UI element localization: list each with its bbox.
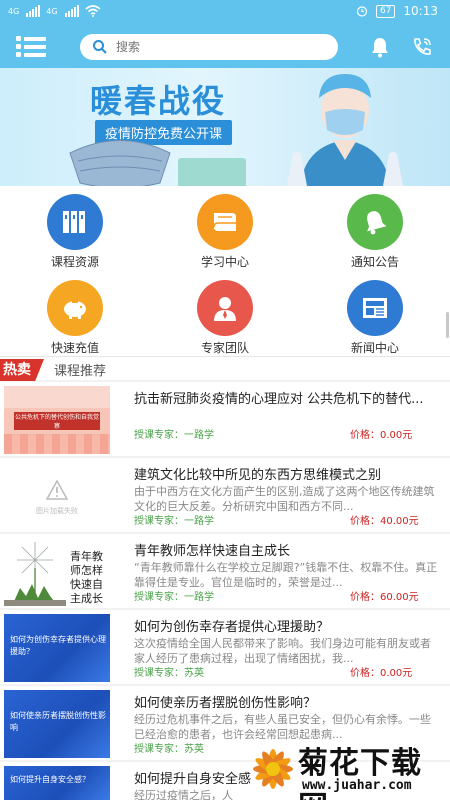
- course-title: 建筑文化比较中所见的东西方思维模式之别: [134, 468, 382, 483]
- image-error-icon: [46, 480, 68, 500]
- face-mask-image: [69, 140, 171, 186]
- course-item[interactable]: 公共危机下的替代创伤和自我觉察 抗击新冠肺炎疫情的心理应对 公共危机下的替代..…: [0, 382, 450, 456]
- course-price: 价格：60.00元: [350, 592, 419, 603]
- course-price: 价格：40.00元: [350, 516, 419, 527]
- section-title: 课程推荐: [54, 364, 107, 379]
- course-title: 青年教师怎样快速自主成长: [134, 544, 291, 559]
- menu-item-expert-team[interactable]: 专家团队: [150, 272, 300, 355]
- thumbnail-caption: 青年教师怎样快速自主成长: [70, 550, 103, 605]
- thumbnail-caption: 如何为创伤幸存者提供心理援助？: [10, 635, 106, 656]
- signal-icon: [26, 5, 41, 17]
- nurse-image: [287, 74, 403, 186]
- newspaper-icon: [347, 280, 403, 336]
- scroll-indicator[interactable]: [446, 312, 449, 338]
- course-teacher: 授课专家：一路学: [134, 516, 214, 527]
- alarm-icon: [356, 6, 368, 17]
- course-thumbnail: 如何为创伤幸存者提供心理援助？: [4, 614, 110, 682]
- course-description: 由于中西方在文化方面产生的区别,造成了这两个地区传统建筑文化的巨大反差。分析研究…: [134, 485, 435, 513]
- course-price: 价格：0.00元: [350, 668, 413, 679]
- app-header: [0, 26, 450, 68]
- menu-item-notices[interactable]: 通知公告: [300, 186, 450, 269]
- course-thumbnail: 公共危机下的替代创伤和自我觉察: [4, 386, 110, 454]
- course-thumbnail: 如何提升自身安全感？: [4, 766, 110, 800]
- banner-title: 暖春战役: [90, 82, 227, 120]
- course-title: 如何为创伤幸存者提供心理援助？: [134, 620, 330, 635]
- thumbnail-caption: 如何提升自身安全感？: [10, 775, 90, 784]
- bell-icon[interactable]: [368, 35, 392, 59]
- menu-icon[interactable]: [16, 36, 50, 58]
- menu-item-quick-recharge[interactable]: 快速充值: [0, 272, 150, 355]
- menu-label: 新闻中心: [350, 341, 399, 355]
- menu-item-course-resources[interactable]: 课程资源: [0, 186, 150, 269]
- menu-label: 快速充值: [50, 341, 99, 355]
- menu-label: 课程资源: [50, 255, 99, 269]
- menu-item-learning-center[interactable]: 学习中心: [150, 186, 300, 269]
- signal-icon: [64, 5, 79, 17]
- course-teacher: 授课专家：一路学: [134, 430, 214, 441]
- course-thumbnail: 图片加载失败: [4, 462, 110, 530]
- clock: 10:13: [403, 4, 438, 18]
- status-bar: 4G 4G 67 10:13: [0, 0, 450, 26]
- course-teacher: 授课专家：一路学: [134, 592, 214, 603]
- dandelion-image: [4, 542, 66, 606]
- site-watermark: 菊花下载网 www.juahar.com: [244, 738, 450, 800]
- thumbnail-caption: 图片加载失败: [36, 507, 78, 515]
- course-item[interactable]: 如何为创伤幸存者提供心理援助？ 如何为创伤幸存者提供心理援助？ 这次疫情给全国人…: [0, 610, 450, 684]
- watermark-url: www.juahar.com: [302, 778, 412, 793]
- search-input[interactable]: [116, 40, 306, 54]
- course-description: “青年教师靠什么在学校立足脚跟?”钱靠不住、权靠不住。真正靠得住是专业。官位是临…: [134, 561, 438, 589]
- wifi-icon: [85, 5, 101, 17]
- course-price: 价格：0.00元: [350, 430, 413, 441]
- course-title: 抗击新冠肺炎疫情的心理应对 公共危机下的替代...: [134, 392, 424, 407]
- thumbnail-caption: 如何使亲历者摆脱创伤性影响: [10, 711, 106, 732]
- tissue-box-image: [178, 158, 246, 186]
- book-icon: [197, 194, 253, 250]
- menu-label: 专家团队: [200, 341, 249, 355]
- thumbnail-caption: 公共危机下的替代创伤和自我觉察: [14, 412, 100, 430]
- hot-badge: 热卖: [0, 359, 44, 381]
- search-bar[interactable]: [80, 34, 338, 60]
- promo-banner[interactable]: 暖春战役 疫情防控免费公开课: [0, 68, 450, 186]
- bell-icon: [347, 194, 403, 250]
- phone-icon[interactable]: [410, 35, 434, 59]
- course-description: 这次疫情给全国人民都带来了影响。我们身边可能有朋友或者家人经历了患病过程，出现了…: [134, 637, 431, 665]
- piggy-bank-icon: [47, 280, 103, 336]
- feature-grid: 课程资源 学习中心 通知公告 快速充值 专家团队 新闻中心: [0, 186, 450, 356]
- network-label-1: 4G: [8, 6, 20, 16]
- course-item[interactable]: 图片加载失败 建筑文化比较中所见的东西方思维模式之别 由于中西方在文化方面产生的…: [0, 458, 450, 532]
- menu-label: 学习中心: [200, 255, 249, 269]
- course-thumbnail: 如何使亲历者摆脱创伤性影响: [4, 690, 110, 758]
- course-item[interactable]: 青年教师怎样快速自主成长 青年教师怎样快速自主成长 “青年教师靠什么在学校立足脚…: [0, 534, 450, 608]
- menu-item-news-center[interactable]: 新闻中心: [300, 272, 450, 355]
- course-title: 如何使亲历者摆脱创伤性影响？: [134, 696, 317, 711]
- menu-label: 通知公告: [350, 255, 399, 269]
- network-label-2: 4G: [46, 6, 58, 16]
- person-icon: [197, 280, 253, 336]
- chrysanthemum-logo: [253, 749, 293, 789]
- search-icon: [93, 40, 107, 54]
- course-thumbnail: 青年教师怎样快速自主成长: [4, 538, 110, 606]
- battery-indicator: 67: [375, 4, 396, 18]
- course-teacher: 授课专家：苏英: [134, 668, 204, 679]
- books-icon: [47, 194, 103, 250]
- course-section-header: 热卖 课程推荐: [0, 356, 450, 381]
- course-teacher: 授课专家：苏英: [134, 744, 204, 755]
